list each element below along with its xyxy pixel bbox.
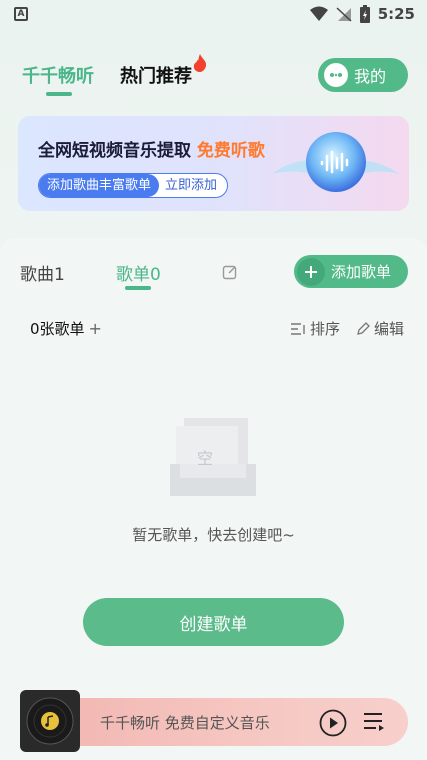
active-tab-indicator [125,286,151,290]
sort-label: 排序 [310,320,341,338]
playlist-count[interactable]: 0张歌单 + [30,318,102,339]
banner-title: 全网短视频音乐提取 免费听歌 [38,141,265,161]
edit-label: 编辑 [374,320,405,338]
fire-icon [193,54,207,72]
app-notification-icon: A [14,7,28,21]
add-plus-icon[interactable]: + [89,319,102,338]
tab-qianqian[interactable]: 千千畅听 [22,62,94,96]
edit-button[interactable]: 编辑 [356,318,404,339]
promo-banner[interactable]: 全网短视频音乐提取 免费听歌 添加歌曲丰富歌单 立即添加 [18,116,409,211]
tab-hot-recommend[interactable]: 热门推荐 [120,54,207,88]
battery-icon [359,5,370,23]
empty-message: 暂无歌单，快去创建吧~ [132,526,295,544]
wifi-icon [309,6,328,21]
album-art[interactable] [20,690,80,752]
audio-orb-illustration [272,132,400,192]
play-icon[interactable] [319,709,347,737]
top-tabs: 千千畅听 热门推荐 [22,54,207,96]
clock: 5:25 [377,5,415,23]
add-now-button[interactable]: 立即添加 [159,174,227,197]
banner-highlight: 免费听歌 [196,141,265,161]
player-title: 千千畅听 免费自定义音乐 [100,714,270,732]
pencil-icon [357,321,370,335]
add-playlist-label: 添加歌单 [331,263,392,281]
tab-playlists[interactable]: 歌单0 [116,260,161,285]
signal-off-icon [336,7,352,22]
tab-songs[interactable]: 歌曲1 [20,260,65,285]
banner-pill-label: 添加歌曲丰富歌单 [39,174,160,197]
mine-button[interactable]: 我的 [318,58,408,92]
empty-glyph: 空 [197,449,214,468]
sort-icon [291,322,305,335]
status-bar: A 5:25 [0,0,427,30]
avatar [324,63,348,87]
banner-pill[interactable]: 添加歌曲丰富歌单 立即添加 [38,173,229,198]
avatar-face-icon [330,73,342,77]
edit-square-icon[interactable] [222,264,238,280]
create-playlist-button[interactable]: 创建歌单 [83,598,344,646]
playlist-queue-icon[interactable] [362,710,386,734]
plus-icon [297,257,325,286]
sort-button[interactable]: 排序 [290,318,340,339]
vinyl-record-icon [26,697,74,745]
mine-label: 我的 [354,67,387,86]
playlist-card: 歌曲1 歌单0 添加歌单 0张歌单 + 排序 编辑 空 暂无歌单，快去创建吧~ 创… [0,238,427,760]
add-playlist-button[interactable]: 添加歌单 [294,255,408,288]
tab-hot-recommend-label: 热门推荐 [120,66,192,87]
